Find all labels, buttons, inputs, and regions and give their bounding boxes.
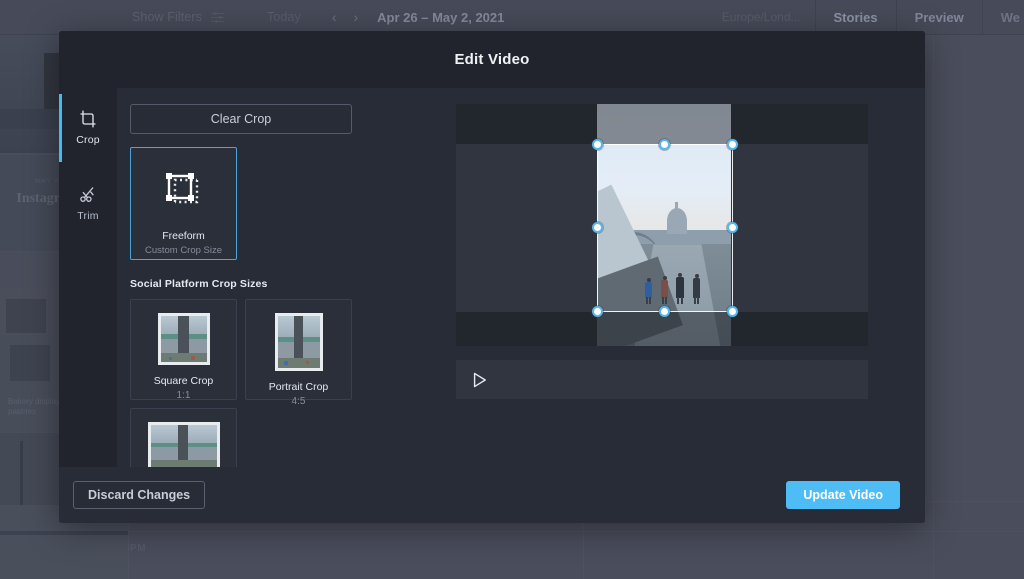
crop-preset-ratio: 1:1 (176, 390, 191, 401)
crop-preset-name: Square Crop (153, 375, 214, 387)
video-stage[interactable] (456, 104, 868, 346)
chevron-right-icon[interactable]: › (350, 9, 363, 25)
crop-preset-ratio: 4:5 (291, 396, 306, 407)
edit-video-modal: Edit Video Crop Trim Clear Crop Freeform… (59, 31, 925, 523)
discard-changes-button[interactable]: Discard Changes (73, 481, 206, 509)
crop-options-panel: Clear Crop Freeform Custom Crop Size Soc… (117, 88, 413, 467)
crop-presets-scroll[interactable]: Freeform Custom Crop Size Social Platfor… (130, 147, 360, 467)
update-video-button[interactable]: Update Video (786, 481, 900, 509)
video-preview-area (413, 88, 925, 467)
crop-dim-top (456, 104, 868, 144)
sidebar-item-label: Trim (77, 209, 99, 222)
modal-footer: Discard Changes Update Video (59, 467, 925, 523)
crop-preset-landscape[interactable] (130, 408, 237, 467)
background-toolbar: Show Filters Today ‹ › Apr 26 – May 2, 2… (0, 0, 1024, 35)
tab-preview[interactable]: Preview (895, 0, 982, 34)
crop-preset-thumbnail (157, 313, 210, 365)
sidebar-item-trim[interactable]: Trim (59, 178, 117, 228)
freeform-crop-icon (165, 173, 198, 204)
crop-icon (80, 110, 96, 127)
crop-handle-bottom-left[interactable] (592, 306, 603, 317)
crop-preset-grid: Square Crop 1:1 Portrait Crop 4:5 (130, 299, 360, 467)
crop-handle-middle-left[interactable] (592, 222, 603, 233)
modal-header: Edit Video (59, 31, 925, 88)
crop-selection-rectangle[interactable] (592, 139, 738, 317)
crop-handle-middle-right[interactable] (727, 222, 738, 233)
crop-handle-top-center[interactable] (659, 139, 670, 150)
crop-preset-thumbnail (274, 313, 323, 371)
sidebar-item-crop[interactable]: Crop (59, 94, 117, 162)
crop-dim-bottom (456, 312, 868, 346)
timezone-label[interactable]: Europe/Lond... (708, 10, 815, 24)
sidebar-item-label: Crop (76, 133, 100, 146)
tab-stories[interactable]: Stories (814, 0, 896, 34)
date-range-label: Apr 26 – May 2, 2021 (377, 9, 505, 25)
chevron-left-icon[interactable]: ‹ (328, 9, 341, 25)
filters-icon[interactable] (210, 11, 224, 23)
show-filters-label[interactable]: Show Filters (132, 10, 202, 24)
crop-handle-bottom-center[interactable] (659, 306, 670, 317)
crop-handle-top-right[interactable] (727, 139, 738, 150)
crop-preset-name: Freeform (162, 230, 205, 242)
today-button[interactable]: Today (267, 10, 301, 24)
crop-preset-thumbnail (147, 422, 220, 467)
video-player-bar (456, 360, 868, 399)
crop-preset-name: Portrait Crop (268, 381, 329, 393)
tab-week[interactable]: We (981, 0, 1024, 34)
crop-preset-portrait[interactable]: Portrait Crop 4:5 (245, 299, 352, 407)
modal-body: Crop Trim Clear Crop Freeform Custom Cro… (59, 88, 925, 467)
crop-handle-top-left[interactable] (592, 139, 603, 150)
clear-crop-button[interactable]: Clear Crop (130, 104, 352, 134)
page-title: Edit Video (454, 51, 530, 68)
crop-preset-square[interactable]: Square Crop 1:1 (130, 299, 237, 401)
tool-rail: Crop Trim (59, 88, 117, 467)
crop-preset-subtitle: Custom Crop Size (144, 245, 223, 256)
crop-preset-freeform[interactable]: Freeform Custom Crop Size (130, 147, 237, 260)
scissors-icon (80, 186, 94, 202)
section-title: Social Platform Crop Sizes (130, 278, 268, 290)
crop-handle-bottom-right[interactable] (727, 306, 738, 317)
play-icon[interactable] (471, 371, 488, 389)
